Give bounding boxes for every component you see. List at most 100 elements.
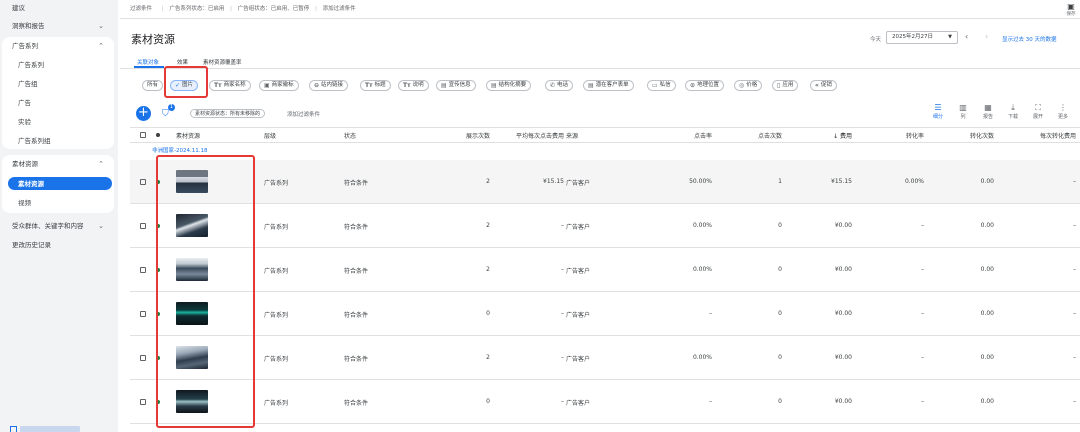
cell-clicks: 0	[778, 222, 782, 229]
cell-impressions: 0	[486, 310, 490, 317]
chip-structured-snippets[interactable]: ▤ 结构化摘要	[486, 80, 532, 91]
chip-messages[interactable]: ▭ 私信	[647, 80, 676, 91]
cell-conv-rate: –	[921, 354, 924, 361]
download-button[interactable]: ⤓ 下载	[1003, 103, 1023, 120]
filter-chip-asset-status[interactable]: 素材资源状态：所有未移除的	[190, 109, 266, 118]
filter-icon[interactable]: ⛉	[162, 109, 169, 119]
nav-group-header-assets[interactable]: 素材资源 ⌃	[2, 159, 120, 169]
nav-item-experiments[interactable]: 实验	[2, 117, 120, 127]
columns-icon: ▥	[959, 103, 967, 112]
cell-impressions: 2	[486, 266, 490, 273]
cell-conv-rate: –	[921, 398, 924, 405]
app-icon: ▯	[777, 82, 781, 89]
cell-impressions: 2	[486, 222, 490, 229]
column-header-source[interactable]: 来源	[566, 131, 578, 140]
tab-associations[interactable]: 关联对象	[137, 58, 159, 66]
chip-locations[interactable]: ⊙ 地理位置	[685, 80, 725, 91]
cell-avg-cpc: –	[561, 398, 564, 405]
add-filter-link[interactable]: 添加过滤条件	[287, 110, 320, 118]
column-header-status[interactable]: 状态	[344, 131, 356, 140]
row-checkbox[interactable]	[140, 223, 146, 229]
tab-performance[interactable]: 效果	[177, 58, 188, 66]
segment-icon: ☰	[934, 103, 942, 112]
nav-group-assets: 素材资源 ⌃ 素材资源 视频	[2, 155, 114, 213]
save-button[interactable]: ▣ 保存	[1064, 3, 1078, 18]
divider	[130, 127, 1080, 128]
date-prev-button[interactable]: ‹	[965, 32, 968, 41]
cell-source: 广告客户	[566, 224, 591, 231]
cell-avg-cpc: –	[561, 354, 564, 361]
link-icon: ⊖	[314, 82, 320, 89]
nav-group-header-campaigns[interactable]: 广告系列 ⌃	[2, 41, 120, 51]
row-checkbox[interactable]	[140, 355, 146, 361]
date-range-picker[interactable]: 2025年2月27日 ▼	[886, 31, 958, 44]
cell-impressions: 2	[486, 178, 490, 185]
nav-item-change-history[interactable]: 更改历史记录	[0, 240, 118, 250]
column-header-conversions[interactable]: 转化次数	[930, 131, 994, 140]
reports-button[interactable]: ▦ 报告	[978, 103, 998, 120]
row-checkbox[interactable]	[140, 179, 146, 185]
select-all-checkbox[interactable]	[140, 132, 146, 138]
cell-ctr: 0.00%	[692, 222, 712, 229]
chip-lead-forms[interactable]: ▤ 潜在客户表单	[583, 80, 634, 91]
reports-icon: ▦	[984, 103, 992, 112]
chip-business-logo[interactable]: ▣ 商家徽标	[259, 80, 299, 91]
nav-item-assets[interactable]: 素材资源	[2, 179, 120, 189]
column-header-conv-rate[interactable]: 转化率	[860, 131, 924, 140]
chip-promotions[interactable]: «促销	[810, 80, 837, 91]
bottom-link[interactable]	[20, 426, 80, 432]
filter-bar: 过滤条件 | 广告系列状态：已启用 | 广告组状态：已启用、已暂停 | 添加过滤…	[130, 6, 356, 12]
columns-button[interactable]: ▥ 列	[953, 103, 973, 120]
nav-item-insights[interactable]: 洞察和报告 ⌄	[0, 21, 118, 31]
segment-button[interactable]: ☰ 细分	[928, 103, 948, 120]
filter-chip-adgroup-status[interactable]: 广告组状态：已启用、已暂停	[238, 6, 310, 12]
column-header-cost-per-conv[interactable]: 每次转化费用	[1000, 131, 1076, 140]
chip-business-name[interactable]: Tт 商家名称	[209, 80, 251, 91]
date-comparison-link[interactable]: 显示过去 30 天的数据	[1002, 35, 1057, 43]
chip-all[interactable]: 所有	[142, 80, 164, 91]
tab-asset-coverage[interactable]: 素材资源覆盖率	[203, 58, 242, 66]
add-button[interactable]: +	[136, 106, 151, 121]
group-label-link[interactable]: 非洲国家-2024.11.18	[152, 146, 207, 154]
column-header-asset[interactable]: 素材资源	[176, 131, 200, 140]
row-checkbox[interactable]	[140, 267, 146, 273]
chip-descriptions[interactable]: Tт 说明	[398, 80, 429, 91]
chip-sitelinks[interactable]: ⊖ 站内链接	[309, 80, 349, 91]
nav-item-audiences-keywords[interactable]: 受众群体、关键字和内容 ⌄	[0, 221, 118, 231]
date-next-button[interactable]: ›	[985, 32, 988, 41]
cell-clicks: 0	[778, 310, 782, 317]
row-checkbox[interactable]	[140, 399, 146, 405]
filter-chip-campaign-status[interactable]: 广告系列状态：已启用	[169, 6, 224, 12]
nav-item-ad-groups[interactable]: 广告组	[2, 79, 120, 89]
nav-item-videos[interactable]: 视频	[2, 198, 120, 208]
column-header-clicks[interactable]: 点击次数	[720, 131, 782, 140]
chip-headlines[interactable]: Tт 标题	[360, 80, 391, 91]
add-filter-link[interactable]: 添加过滤条件	[323, 6, 356, 12]
nav-item-campaigns[interactable]: 广告系列	[2, 60, 120, 70]
cell-source: 广告客户	[566, 400, 591, 407]
cell-level: 广告系列	[264, 180, 289, 187]
more-button[interactable]: ⋮ 更多	[1053, 103, 1073, 120]
cell-impressions: 2	[486, 354, 490, 361]
cell-cost: ¥0.00	[834, 354, 852, 361]
column-header-avg-cpc[interactable]: 平均每次点击费用	[490, 131, 564, 140]
column-header-level[interactable]: 层级	[264, 131, 276, 140]
text-icon: Tт	[365, 82, 373, 89]
column-header-cost[interactable]: ↓ 费用	[790, 131, 852, 140]
row-checkbox[interactable]	[140, 311, 146, 317]
expand-button[interactable]: ⛶ 展开	[1028, 103, 1048, 120]
plus-icon: +	[138, 105, 149, 120]
chip-callouts[interactable]: ▤ 宣传信息	[436, 80, 476, 91]
chip-apps[interactable]: ▯ 应用	[772, 80, 799, 91]
column-header-ctr[interactable]: 点击率	[650, 131, 712, 140]
nav-item-ads[interactable]: 广告	[2, 98, 120, 108]
nav-item-recommendations[interactable]: 建议	[0, 3, 118, 13]
cell-status: 符合条件	[344, 268, 369, 275]
message-icon: ▭	[652, 82, 658, 89]
chip-calls[interactable]: ✆ 电话	[545, 80, 574, 91]
chip-prices[interactable]: ◎ 价格	[734, 80, 763, 91]
cell-cost-per-conv: –	[1073, 178, 1076, 185]
table-row: 广告系列 符合条件 0– 广告客户 –0 ¥0.00–0.00–	[130, 380, 1080, 424]
column-header-impressions[interactable]: 展示次数	[430, 131, 490, 140]
nav-item-campaign-groups[interactable]: 广告系列组	[2, 136, 120, 146]
